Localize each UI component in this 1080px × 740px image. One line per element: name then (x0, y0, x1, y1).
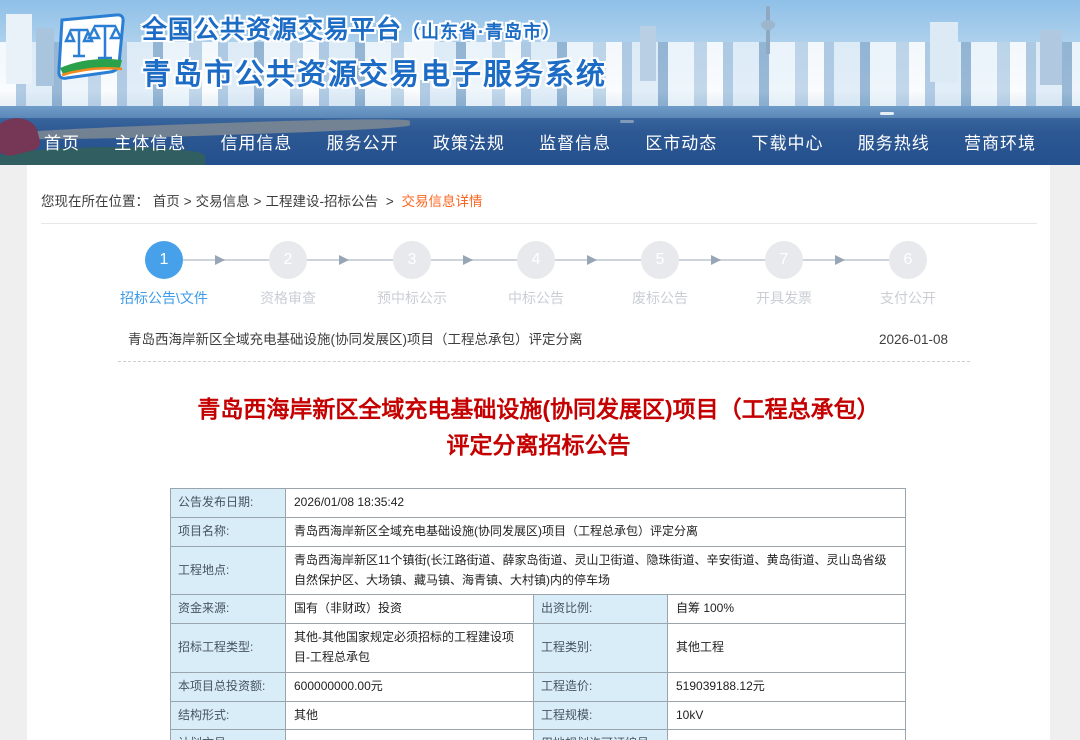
tv-tower-shape (761, 20, 775, 30)
building-shape (930, 22, 958, 82)
table-row: 公告发布日期: 2026/01/08 18:35:42 (170, 488, 907, 519)
step-circle[interactable]: 7 (765, 241, 803, 279)
table-row: 资金来源: 国有（非财政）投资 出资比例: 自筹 100% (170, 594, 907, 625)
breadcrumb-link[interactable]: 首页 (153, 194, 180, 209)
nav-item-服务公开[interactable]: 服务公开 (327, 129, 399, 154)
step-circle[interactable]: 6 (889, 241, 927, 279)
nav-item-下载中心[interactable]: 下载中心 (752, 129, 824, 154)
table-row: 招标工程类型: 其他-其他国家规定必须招标的工程建设项目-工程总承包 工程类别: 其他… (170, 623, 907, 673)
progress-steps: 1 招标公告\文件 2 资格审查 3 预中标公示 4 中标公告 5 废标公告 7 开具发票 6 支付公开 (102, 241, 1050, 308)
nav-item-营商环境[interactable]: 营商环境 (964, 129, 1036, 154)
field-value: 其他工程 (666, 623, 907, 673)
field-label: 计划文号: (170, 729, 286, 740)
field-label: 工程地点: (170, 545, 286, 596)
field-value: 自筹 100% (666, 594, 907, 625)
main-nav: 首页 主体信息 信用信息 服务公开 政策法规 监督信息 区市动态 下载中心 服务热线 营商环境 (0, 118, 1080, 165)
listing-project-link[interactable]: 青岛西海岸新区全域充电基础设施(协同发展区)项目（工程总承包）评定分离 (128, 328, 583, 348)
step-中标公告[interactable]: 4 中标公告 (474, 241, 641, 308)
field-value: 青岛西海岸新区全域充电基础设施(协同发展区)项目（工程总承包）评定分离 (284, 517, 907, 547)
nav-item-区市动态[interactable]: 区市动态 (645, 129, 717, 154)
step-circle[interactable]: 5 (641, 241, 679, 279)
field-label: 结构形式: (170, 700, 286, 731)
table-row: 结构形式: 其他 工程规模: 10kV (170, 700, 907, 731)
field-value (285, 729, 534, 740)
step-预中标公示[interactable]: 3 预中标公示 (350, 241, 517, 308)
platform-title-region: （山东省·青岛市） (402, 22, 562, 42)
field-value: 519039188.12元 (666, 671, 907, 702)
step-废标公告[interactable]: 5 废标公告 (598, 241, 765, 308)
step-label: 废标公告 (632, 290, 688, 306)
field-label: 公告发布日期: (170, 488, 286, 519)
table-row: 项目名称: 青岛西海岸新区全域充电基础设施(协同发展区)项目（工程总承包）评定分离 (170, 517, 907, 547)
breadcrumb-link[interactable]: 交易信息 (196, 194, 250, 209)
field-value: 2026/01/08 18:35:42 (284, 488, 907, 519)
info-table: 公告发布日期: 2026/01/08 18:35:42 项目名称: 青岛西海岸新区全域… (170, 488, 907, 740)
content-card: 您现在所在位置： 首页 > 交易信息 > 工程建设-招标公告 > 交易信息详情 1 招标公… (27, 165, 1050, 740)
field-label: 出资比例: (533, 594, 668, 625)
breadcrumb-link[interactable]: 工程建设-招标公告 (266, 194, 379, 209)
field-value: 国有（非财政）投资 (285, 594, 534, 625)
field-label: 项目名称: (170, 517, 286, 547)
breadcrumb-trail: 首页 > 交易信息 > 工程建设-招标公告 (153, 194, 378, 209)
step-label: 支付公开 (880, 290, 936, 306)
table-row: 工程地点: 青岛西海岸新区11个镇街(长江路街道、薛家岛街道、灵山卫街道、隐珠街道… (170, 545, 907, 596)
field-label: 工程造价: (533, 671, 668, 702)
step-circle[interactable]: 3 (393, 241, 431, 279)
step-招标公告\文件[interactable]: 1 招标公告\文件 (102, 241, 269, 308)
nav-item-服务热线[interactable]: 服务热线 (858, 129, 930, 154)
boat-shape (880, 112, 894, 115)
system-title: 青岛市公共资源交易电子服务系统 (142, 59, 608, 91)
step-开具发票[interactable]: 7 开具发票 (722, 241, 889, 308)
announcement-title: 青岛西海岸新区全域充电基础设施(协同发展区)项目（工程总承包）评定分离招标公告 (197, 396, 880, 458)
nav-item-政策法规[interactable]: 政策法规 (433, 129, 505, 154)
step-资格审查[interactable]: 2 资格审查 (226, 241, 393, 308)
platform-title: 全国公共资源交易平台（山东省·青岛市） (142, 10, 607, 46)
table-row: 计划文号: 用地规划许可证编号: (170, 729, 907, 740)
site-brand: 全国公共资源交易平台（山东省·青岛市） 青岛市公共资源交易电子服务系统 (50, 6, 607, 93)
field-label: 工程类别: (533, 623, 668, 673)
field-value: 其他-其他国家规定必须招标的工程建设项目-工程总承包 (285, 623, 534, 673)
nav-item-首页[interactable]: 首页 (44, 129, 80, 154)
building-shape (1040, 30, 1062, 85)
table-row: 本项目总投资额: 600000000.00元 工程造价: 519039188.12元 (170, 671, 907, 702)
step-label: 中标公告 (508, 290, 564, 306)
building-shape (6, 14, 32, 84)
step-circle[interactable]: 4 (517, 241, 555, 279)
field-label: 本项目总投资额: (170, 671, 286, 702)
field-value (666, 729, 907, 740)
step-label: 招标公告\文件 (120, 290, 208, 306)
nav-item-信用信息[interactable]: 信用信息 (220, 129, 292, 154)
field-label: 资金来源: (170, 594, 286, 625)
field-label: 工程规模: (533, 700, 668, 731)
breadcrumb-divider (41, 223, 1037, 224)
step-circle[interactable]: 1 (145, 241, 183, 279)
step-label: 预中标公示 (377, 290, 447, 306)
breadcrumb-separator: > (253, 194, 262, 209)
page-background: 您现在所在位置： 首页 > 交易信息 > 工程建设-招标公告 > 交易信息详情 1 招标公… (0, 165, 1080, 740)
field-label: 招标工程类型: (170, 623, 286, 673)
breadcrumb-separator: > (183, 194, 192, 209)
breadcrumb-prefix: 您现在所在位置： (41, 194, 149, 209)
breadcrumb-separator: > (385, 194, 394, 209)
field-value: 青岛西海岸新区11个镇街(长江路街道、薛家岛街道、灵山卫街道、隐珠街道、辛安街道… (284, 545, 907, 596)
building-shape (640, 26, 656, 81)
field-label: 用地规划许可证编号: (533, 729, 668, 740)
step-支付公开[interactable]: 6 支付公开 (846, 241, 970, 308)
site-logo (57, 12, 125, 80)
step-label: 开具发票 (756, 290, 812, 306)
listing-date: 2026-01-08 (878, 332, 948, 347)
step-label: 资格审查 (260, 290, 316, 306)
tv-tower-shape (766, 6, 770, 54)
listing-row[interactable]: 青岛西海岸新区全域充电基础设施(协同发展区)项目（工程总承包）评定分离 2026… (118, 323, 970, 362)
nav-item-监督信息[interactable]: 监督信息 (539, 129, 611, 154)
nav-item-主体信息[interactable]: 主体信息 (114, 129, 186, 154)
step-circle[interactable]: 2 (269, 241, 307, 279)
field-value: 600000000.00元 (285, 671, 534, 702)
breadcrumb-current: 交易信息详情 (401, 194, 483, 209)
breadcrumb: 您现在所在位置： 首页 > 交易信息 > 工程建设-招标公告 > 交易信息详情 (27, 165, 1050, 210)
field-value: 10kV (666, 700, 907, 731)
field-value: 其他 (285, 700, 534, 731)
platform-title-main: 全国公共资源交易平台 (142, 16, 403, 44)
site-banner: 全国公共资源交易平台（山东省·青岛市） 青岛市公共资源交易电子服务系统 首页 主体… (0, 0, 1080, 165)
